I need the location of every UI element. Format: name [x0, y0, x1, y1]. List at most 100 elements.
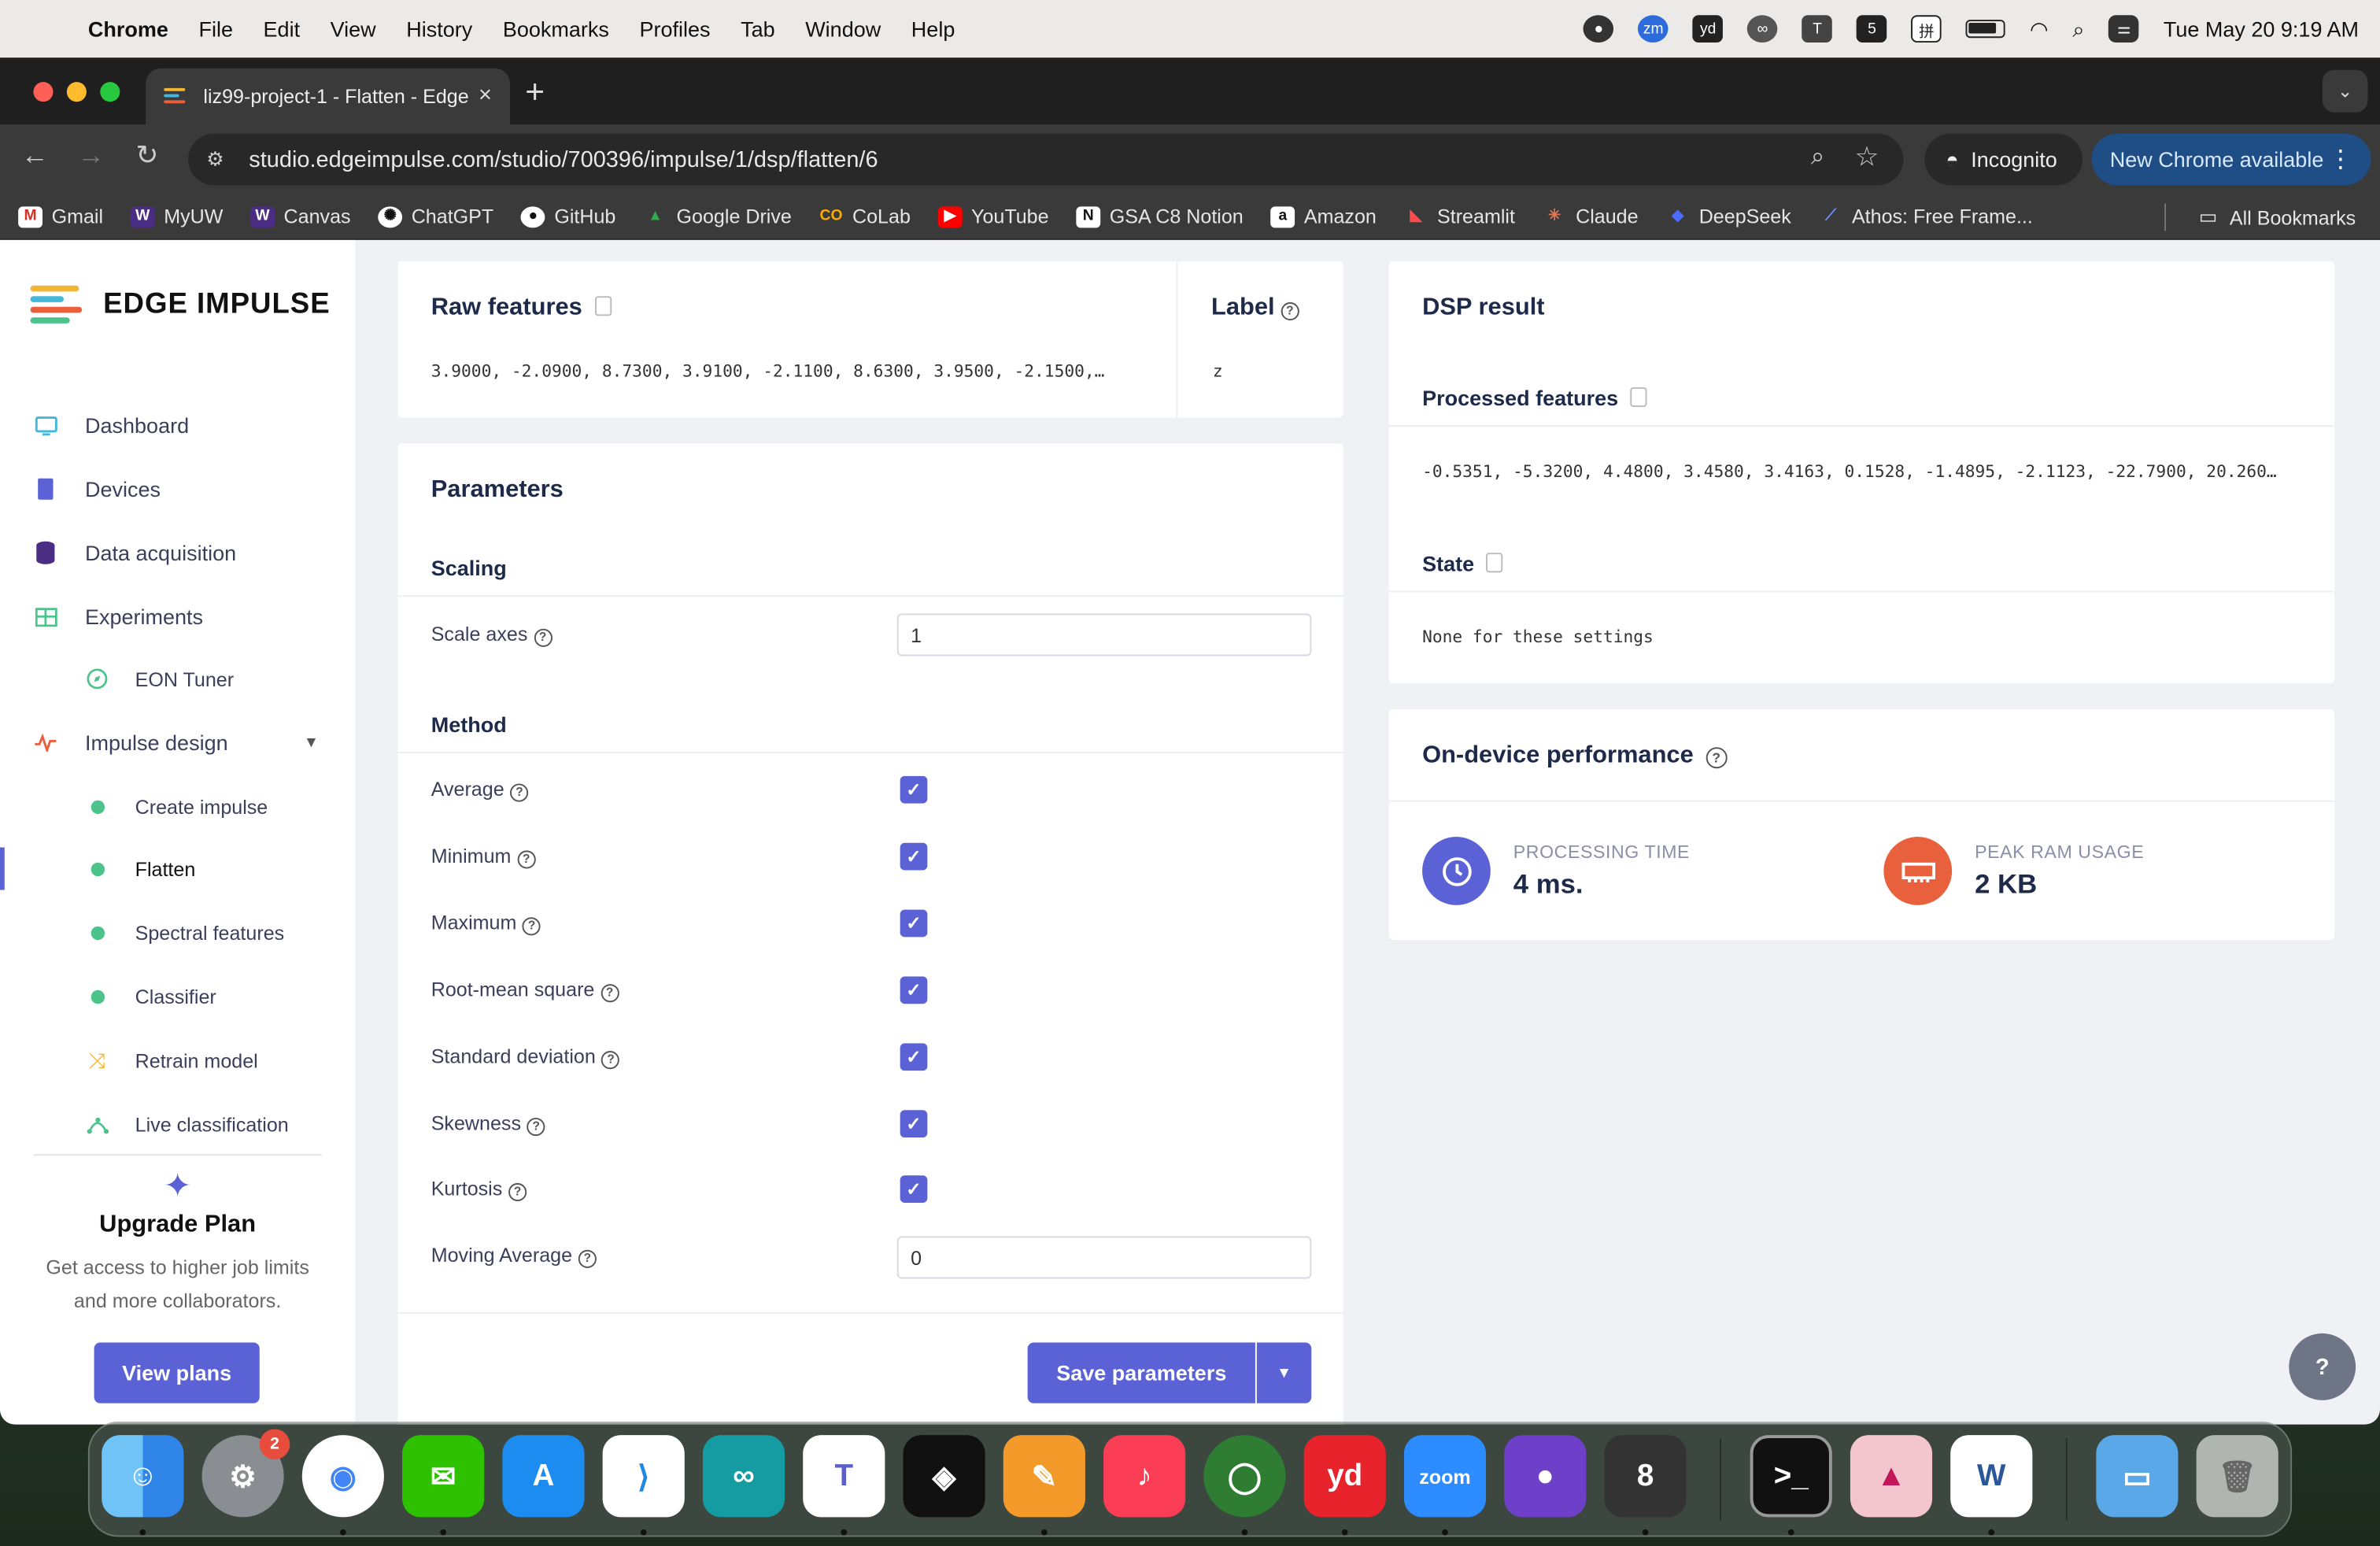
bookmark-myuw[interactable]: W MyUW	[130, 205, 223, 227]
new-tab-button[interactable]: +	[525, 73, 545, 113]
help-circle-icon[interactable]: ?	[517, 850, 536, 869]
sidebar-item-experiments[interactable]: Experiments	[0, 586, 355, 647]
bookmark-youtube[interactable]: ▶ YouTube	[937, 205, 1049, 227]
finder-icon[interactable]: ☺	[102, 1435, 184, 1518]
menu-bookmarks[interactable]: Bookmarks	[503, 17, 609, 41]
close-window-button[interactable]	[33, 82, 54, 102]
bookmark-github[interactable]: ● GitHub	[520, 205, 615, 227]
sidebar-item-create-impulse[interactable]: Create impulse	[0, 776, 355, 837]
bookmark-star-icon[interactable]: ☆	[1854, 141, 1879, 173]
battery-icon[interactable]	[1966, 20, 2006, 39]
view-plans-button[interactable]: View plans	[94, 1342, 260, 1404]
address-bar[interactable]: ⚙ studio.edgeimpulse.com/studio/700396/i…	[188, 133, 1904, 186]
spotlight-search-icon[interactable]: ⌕	[2072, 16, 2084, 42]
bookmark-google-drive[interactable]: ▲ Google Drive	[643, 205, 792, 227]
help-circle-icon[interactable]: ?	[534, 628, 552, 647]
wechat-app-icon[interactable]: ✉	[402, 1435, 485, 1518]
bookmark-deepseek[interactable]: ◆ DeepSeek	[1665, 205, 1791, 227]
rhino-icon[interactable]: 8	[1604, 1435, 1687, 1518]
back-arrow-icon[interactable]: ←	[15, 139, 54, 172]
pages-icon[interactable]: ✎	[1003, 1435, 1085, 1518]
bookmark-canvas[interactable]: W Canvas	[250, 205, 351, 227]
save-parameters-button[interactable]: Save parameters	[1027, 1342, 1255, 1404]
teams-status-icon[interactable]: T	[1802, 15, 1833, 43]
chrome-icon[interactable]: ◉	[301, 1435, 384, 1518]
vscode-icon[interactable]: ⟩	[602, 1435, 685, 1518]
word-icon[interactable]: W	[1950, 1435, 2033, 1518]
help-circle-icon[interactable]: ?	[601, 984, 619, 1003]
app-store-icon[interactable]: A	[502, 1435, 585, 1518]
control-center-icon[interactable]: ⚌	[2108, 15, 2139, 43]
five-icon[interactable]: 5	[1857, 15, 1887, 43]
system-settings-icon[interactable]: ⚙ 2	[201, 1429, 290, 1518]
help-circle-icon[interactable]: ?	[578, 1249, 597, 1268]
help-circle-icon[interactable]: ?	[508, 1182, 527, 1202]
ring-app-icon[interactable]: ◯	[1203, 1435, 1286, 1518]
menu-window[interactable]: Window	[805, 17, 881, 41]
unity-icon[interactable]: ◈	[903, 1435, 985, 1518]
all-bookmarks-button[interactable]: ▭ All Bookmarks	[2199, 205, 2356, 229]
minimize-window-button[interactable]	[66, 82, 87, 102]
youdao-app-icon[interactable]: yd	[1303, 1435, 1386, 1518]
menu-history[interactable]: History	[406, 17, 472, 41]
github-desktop-icon[interactable]: ●	[1504, 1435, 1587, 1518]
bookmark-claude[interactable]: ✳ Claude	[1543, 205, 1639, 227]
wechat-icon[interactable]: ●	[1584, 15, 1614, 43]
maximum-checkbox[interactable]: ✓	[900, 909, 928, 938]
menu-file[interactable]: File	[198, 17, 233, 41]
zoom-magnifier-icon[interactable]: ⌕	[1811, 144, 1824, 172]
reload-icon[interactable]: ↻	[128, 139, 167, 172]
terminal-icon[interactable]: >_	[1750, 1435, 1832, 1518]
save-dropdown-caret-icon[interactable]: ▼	[1256, 1342, 1312, 1404]
kebab-menu-icon[interactable]: ⋮	[2328, 144, 2352, 175]
forward-arrow-icon[interactable]: →	[72, 139, 111, 172]
bookmark-notion[interactable]: N GSA C8 Notion	[1076, 205, 1244, 227]
bookmark-amazon[interactable]: a Amazon	[1270, 205, 1377, 227]
menu-view[interactable]: View	[331, 17, 376, 41]
sidebar-item-dashboard[interactable]: Dashboard	[0, 395, 355, 456]
scale-axes-input[interactable]: 1	[896, 613, 1312, 656]
sidebar-item-devices[interactable]: Devices	[0, 459, 355, 520]
zoom-app-icon[interactable]: zoom	[1403, 1435, 1487, 1518]
browser-tab-active[interactable]: liz99-project-1 - Flatten - Edge Impulse…	[146, 68, 510, 125]
help-circle-icon[interactable]: ?	[523, 917, 541, 936]
tab-search-button[interactable]: ⌄	[2322, 69, 2368, 113]
zoom-status-icon[interactable]: zm	[1638, 15, 1669, 43]
site-info-icon[interactable]: ⚙	[206, 147, 234, 172]
sidebar-item-retrain-model[interactable]: ⤨ Retrain model	[0, 1030, 355, 1090]
menu-edit[interactable]: Edit	[264, 17, 301, 41]
help-circle-icon[interactable]: ?	[1706, 747, 1728, 769]
bookmark-athos[interactable]: ⟋ Athos: Free Frame...	[1819, 205, 2033, 227]
youdao-icon[interactable]: yd	[1692, 15, 1724, 43]
bookmark-streamlit[interactable]: ◣ Streamlit	[1404, 205, 1515, 227]
copy-icon[interactable]	[594, 296, 612, 316]
new-chrome-available-button[interactable]: New Chrome available ⋮	[2091, 133, 2371, 186]
url-text[interactable]: studio.edgeimpulse.com/studio/700396/imp…	[249, 146, 878, 172]
sidebar-item-live-classification[interactable]: Live classification	[0, 1093, 355, 1154]
arduino-icon[interactable]: ∞	[702, 1435, 785, 1518]
sidebar-item-data-acquisition[interactable]: Data acquisition	[0, 523, 355, 583]
music-icon[interactable]: ♪	[1103, 1435, 1186, 1518]
caret-down-icon[interactable]: ▼	[304, 734, 319, 751]
help-circle-icon[interactable]: ?	[527, 1117, 545, 1137]
menu-app-name[interactable]: Chrome	[88, 17, 168, 41]
help-question-icon[interactable]: ?	[2289, 1333, 2356, 1400]
wifi-icon[interactable]: ◠	[2030, 16, 2049, 42]
bookmark-colab[interactable]: CO CoLab	[819, 205, 911, 227]
input-method-icon[interactable]: 拼	[1911, 15, 1942, 43]
minimum-checkbox[interactable]: ✓	[900, 842, 928, 871]
skewness-checkbox[interactable]: ✓	[900, 1110, 928, 1138]
rms-checkbox[interactable]: ✓	[900, 976, 928, 1004]
trash-icon[interactable]: 🗑	[2196, 1435, 2278, 1518]
help-circle-icon[interactable]: ?	[601, 1051, 620, 1070]
copy-icon[interactable]	[1630, 386, 1647, 408]
menu-profiles[interactable]: Profiles	[639, 17, 710, 41]
close-tab-icon[interactable]: ×	[479, 82, 492, 108]
sidebar-item-eon-tuner[interactable]: EON Tuner	[0, 649, 355, 709]
menu-tab[interactable]: Tab	[741, 17, 775, 41]
help-circle-icon[interactable]: ?	[510, 783, 529, 802]
std-dev-checkbox[interactable]: ✓	[900, 1043, 928, 1071]
bookmark-chatgpt[interactable]: ✺ ChatGPT	[378, 205, 493, 227]
menu-help[interactable]: Help	[911, 17, 955, 41]
kurtosis-checkbox[interactable]: ✓	[900, 1175, 928, 1203]
